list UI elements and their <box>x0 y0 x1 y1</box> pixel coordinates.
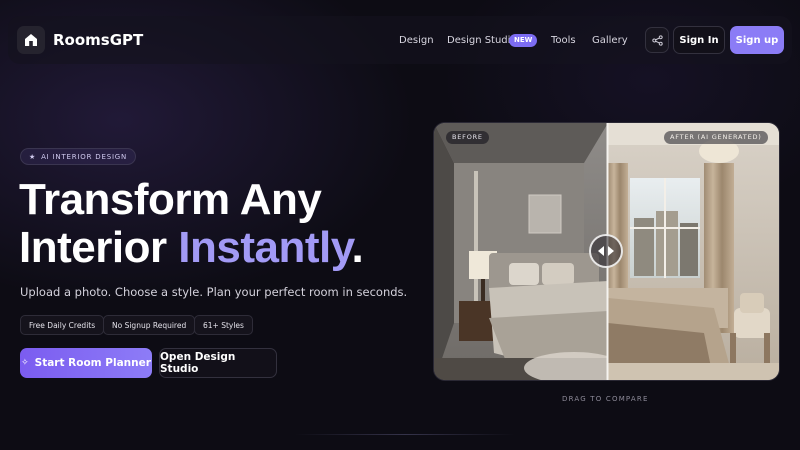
after-label: AFTER (AI GENERATED) <box>664 131 768 144</box>
hero-title-line-2: Interior Instantly. <box>19 223 364 272</box>
sparkle-icon: ★ <box>29 152 37 161</box>
sign-in-button[interactable]: Sign In <box>673 26 725 54</box>
start-room-planner-label: Start Room Planner <box>34 357 151 369</box>
hero-title-plain: Interior <box>19 223 179 272</box>
drag-to-compare-caption: DRAG TO COMPARE <box>562 395 649 403</box>
share-icon <box>651 34 663 46</box>
hero-title: Transform Any Interior Instantly. <box>19 175 364 272</box>
drag-arrows-icon <box>598 246 614 256</box>
before-label: BEFORE <box>446 131 489 144</box>
hero-tag-label: AI INTERIOR DESIGN <box>41 152 128 161</box>
feature-chip-styles: 61+ Styles <box>194 315 253 335</box>
logo-icon[interactable] <box>17 26 45 54</box>
sign-up-button[interactable]: Sign up <box>730 26 784 54</box>
hero-title-accent: Instantly <box>178 223 352 272</box>
feature-chip-credits: Free Daily Credits <box>20 315 105 335</box>
compare-drag-handle[interactable] <box>589 234 623 268</box>
start-room-planner-button[interactable]: ✧ Start Room Planner <box>20 348 152 378</box>
hero-subtitle: Upload a photo. Choose a style. Plan you… <box>20 285 408 299</box>
hero-title-line-1: Transform Any <box>19 175 322 224</box>
open-design-studio-button[interactable]: Open Design Studio <box>159 348 277 378</box>
top-navbar: RoomsGPT Design Design Studio NEW Tools … <box>0 0 800 82</box>
nav-link-gallery[interactable]: Gallery <box>592 35 628 46</box>
feature-chip-no-signup: No Signup Required <box>103 315 196 335</box>
new-badge: NEW <box>509 34 538 47</box>
hero-title-period: . <box>351 223 364 272</box>
nav-link-design-studio[interactable]: Design Studio <box>447 35 517 46</box>
section-divider <box>295 434 515 435</box>
hero-tag: ★ AI INTERIOR DESIGN <box>20 148 137 165</box>
nav-link-design[interactable]: Design <box>399 35 434 46</box>
brand-name[interactable]: RoomsGPT <box>53 31 143 49</box>
share-button[interactable] <box>645 27 669 53</box>
nav-link-tools[interactable]: Tools <box>551 35 576 46</box>
sparkle-icon: ✧ <box>21 358 29 368</box>
